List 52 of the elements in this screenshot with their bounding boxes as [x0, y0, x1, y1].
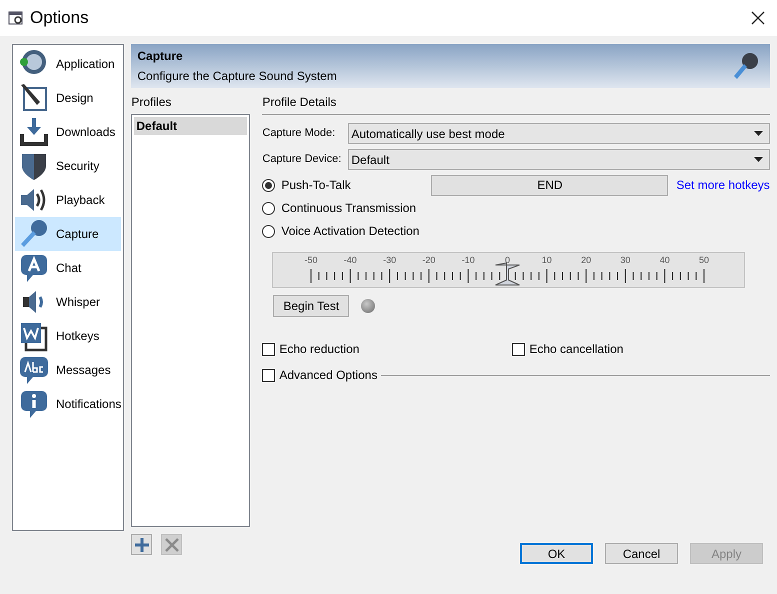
profiles-label: Profiles — [131, 95, 172, 110]
scale-label: -40 — [344, 255, 358, 265]
checkbox[interactable] — [512, 342, 526, 356]
scale-label: 50 — [699, 255, 710, 265]
slider-thumb[interactable] — [495, 262, 520, 286]
radio-button[interactable] — [262, 178, 276, 192]
dialog-button[interactable]: OK — [520, 543, 593, 564]
hotkeys-link[interactable]: Set more hotkeys — [676, 176, 770, 194]
header-subtitle: Configure the Capture Sound System — [137, 68, 338, 85]
scale-label: 10 — [542, 255, 552, 265]
radio-label: Continuous Transmission — [281, 200, 418, 217]
scale-label: -30 — [383, 255, 396, 265]
checkbox-label: Advanced Options — [279, 367, 378, 384]
window-icon — [8, 10, 24, 26]
scale-label: 20 — [581, 255, 592, 265]
scale-label: -50 — [304, 255, 318, 265]
dropdown-arrow-icon — [754, 157, 763, 162]
profile-details-label: Profile Details — [262, 95, 338, 110]
hotkey-field[interactable]: END — [431, 174, 668, 196]
sidebar-item[interactable]: Capture — [15, 217, 122, 251]
dropdown[interactable]: Automatically use best mode — [348, 123, 770, 144]
scale-label: 40 — [660, 255, 670, 265]
download-icon — [18, 116, 50, 148]
window-title: Options — [30, 7, 89, 30]
dialog-button[interactable]: Cancel — [605, 543, 678, 564]
dropdown-arrow-icon — [754, 131, 763, 136]
checkbox[interactable] — [262, 342, 276, 356]
slider-scale[interactable]: -50 -40 -30 -20 -10 0 10 20 30 40 50 — [272, 252, 746, 288]
checkbox[interactable] — [262, 368, 276, 382]
radio-label: Voice Activation Detection — [281, 223, 420, 240]
close-icon[interactable] — [751, 11, 765, 25]
field-label: Capture Mode: — [262, 126, 336, 142]
scale-label: -20 — [422, 255, 436, 265]
scale-label: -10 — [462, 255, 476, 265]
checkbox-label: Echo reduction — [279, 341, 360, 358]
begin-test-button[interactable]: Begin Test — [273, 295, 350, 317]
radio-button[interactable] — [262, 202, 276, 214]
message-bubble-icon — [18, 354, 50, 386]
header-title: Capture — [137, 48, 184, 65]
info-bubble-icon — [18, 388, 50, 420]
radio-label: Push-To-Talk — [281, 177, 352, 194]
pencil-icon — [18, 82, 50, 114]
document-icon — [18, 320, 50, 352]
add-button[interactable] — [131, 534, 152, 555]
scale-label: 0 — [505, 255, 510, 265]
scale-label: 30 — [620, 255, 631, 265]
checkbox-label: Echo cancellation — [529, 341, 624, 358]
radio-button[interactable] — [262, 224, 276, 238]
dropdown[interactable]: Default — [348, 149, 770, 170]
field-label: Capture Device: — [262, 152, 342, 168]
profile-item[interactable]: Default — [134, 117, 248, 135]
chat-bubble-icon — [18, 252, 50, 284]
